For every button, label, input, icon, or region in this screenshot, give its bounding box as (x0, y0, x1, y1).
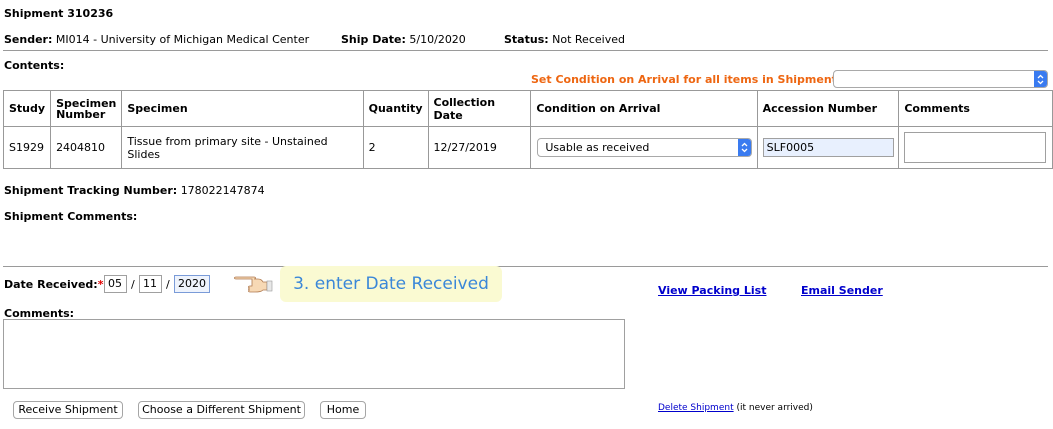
updown-arrow-icon (738, 139, 752, 156)
divider (3, 266, 1048, 267)
condition-select[interactable]: Usable as received (537, 138, 753, 157)
delete-shipment-note: (it never arrived) (736, 403, 813, 413)
status-field: Status: Not Received (504, 33, 625, 46)
cell-accession: SLF0005 (756, 126, 900, 169)
cell-collection-date: 12/27/2019 (427, 126, 532, 169)
accession-input[interactable]: SLF0005 (762, 138, 894, 157)
sender-label: Sender: (4, 33, 53, 46)
condition-select-value: Usable as received (545, 141, 650, 154)
ship-date-field: Ship Date: 5/10/2020 (341, 33, 466, 46)
tracking-label: Shipment Tracking Number: (4, 184, 178, 197)
delete-shipment-field: Delete Shipment (it never arrived) (658, 403, 813, 413)
set-condition-all-label: Set Condition on Arrival for all items i… (531, 73, 842, 86)
instruction-callout: 3. enter Date Received (280, 266, 502, 302)
pointing-hand-icon (234, 270, 274, 297)
cell-comments (898, 126, 1053, 169)
row-comments-textarea[interactable] (904, 132, 1047, 163)
comments-textarea[interactable] (3, 319, 625, 389)
ship-date-value: 5/10/2020 (409, 33, 466, 46)
cell-specimen-number: 2404810 (50, 126, 123, 169)
col-comments: Comments (898, 90, 1053, 127)
date-received-label: Date Received: (4, 278, 98, 291)
col-accession: Accession Number (756, 90, 900, 127)
table-header-row: Study Specimen Number Specimen Quantity … (2, 90, 1053, 127)
sender-value: MI014 - University of Michigan Medical C… (55, 33, 310, 46)
divider (3, 50, 1048, 51)
receive-shipment-button[interactable]: Receive Shipment (13, 401, 123, 419)
cell-quantity: 2 (362, 126, 429, 169)
col-collection-date: Collection Date (427, 90, 532, 127)
date-year-input[interactable]: 2020 (174, 275, 210, 293)
col-specimen-number-label: Specimen Number (56, 96, 117, 121)
cell-specimen: Tissue from primary site - Unstained Sli… (121, 126, 364, 169)
choose-different-shipment-button[interactable]: Choose a Different Shipment (138, 401, 305, 419)
cell-study: S1929 (2, 126, 52, 169)
date-separator: / (166, 278, 170, 291)
col-condition: Condition on Arrival (530, 90, 758, 127)
set-condition-all-select[interactable] (833, 70, 1048, 88)
col-study: Study (2, 90, 52, 127)
date-month-input[interactable]: 05 (104, 275, 127, 293)
contents-table: Study Specimen Number Specimen Quantity … (2, 90, 1053, 169)
sender-field: Sender: MI014 - University of Michigan M… (4, 33, 309, 46)
required-marker: * (97, 278, 104, 291)
table-row: S1929 2404810 Tissue from primary site -… (2, 126, 1053, 169)
cell-condition: Usable as received (530, 126, 758, 169)
date-received-field: Date Received:* (4, 278, 103, 291)
contents-label: Contents: (4, 59, 65, 72)
status-value: Not Received (552, 33, 625, 46)
shipment-comments-label: Shipment Comments: (4, 210, 138, 223)
shipment-title: Shipment 310236 (4, 7, 114, 20)
tracking-field: Shipment Tracking Number: 178022147874 (4, 184, 265, 197)
view-packing-list-link[interactable]: View Packing List (658, 284, 766, 297)
status-label: Status: (504, 33, 549, 46)
delete-shipment-link[interactable]: Delete Shipment (658, 403, 734, 413)
email-sender-link[interactable]: Email Sender (801, 284, 883, 297)
ship-date-label: Ship Date: (341, 33, 406, 46)
col-quantity: Quantity (362, 90, 429, 127)
date-day-input[interactable]: 11 (139, 275, 162, 293)
updown-arrow-icon (1034, 71, 1047, 87)
col-specimen-number: Specimen Number (50, 90, 123, 127)
col-specimen: Specimen (121, 90, 364, 127)
home-button[interactable]: Home (320, 401, 366, 419)
date-separator: / (131, 278, 135, 291)
tracking-value: 178022147874 (180, 184, 265, 197)
